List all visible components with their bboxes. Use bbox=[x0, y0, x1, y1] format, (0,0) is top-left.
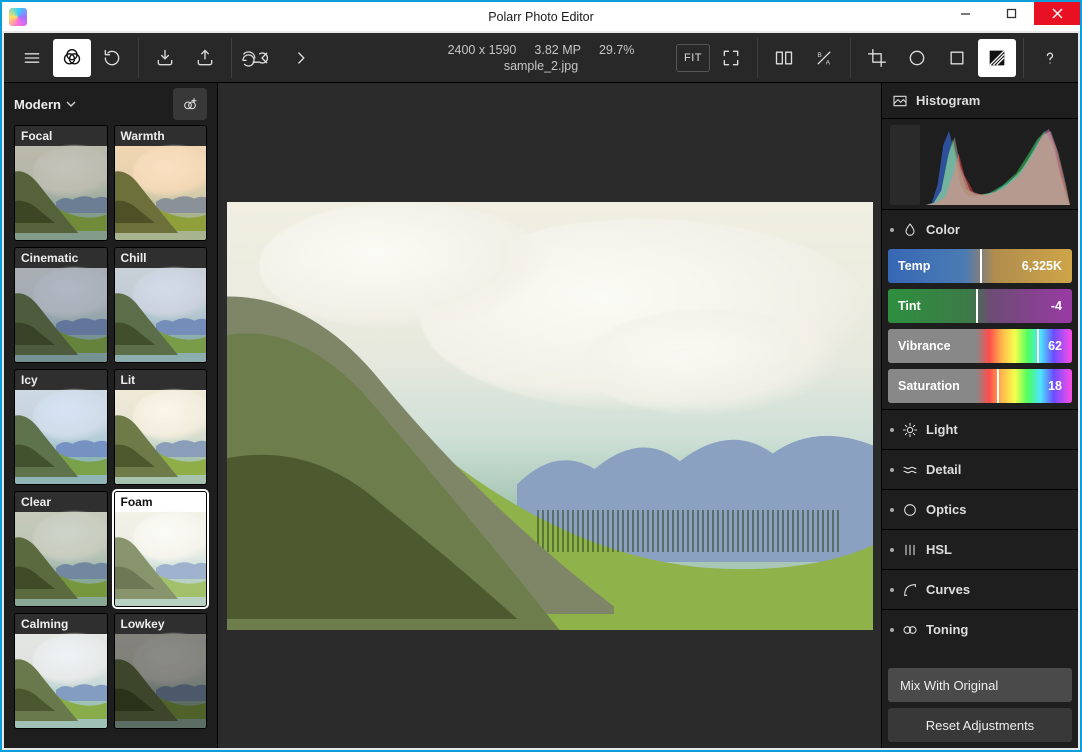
image-icon bbox=[892, 93, 908, 109]
filter-label: Foam bbox=[115, 492, 207, 512]
maximize-button[interactable] bbox=[988, 2, 1034, 25]
bars-icon bbox=[902, 542, 918, 558]
filter-warmth[interactable]: Warmth bbox=[114, 125, 208, 241]
waves-icon bbox=[902, 462, 918, 478]
filter-label: Focal bbox=[15, 126, 107, 146]
filter-label: Warmth bbox=[115, 126, 207, 146]
split-icon bbox=[902, 622, 918, 638]
filter-lowkey[interactable]: Lowkey bbox=[114, 613, 208, 729]
adjust-tab[interactable] bbox=[978, 39, 1016, 77]
close-button[interactable] bbox=[1034, 2, 1080, 25]
history-icon bbox=[102, 48, 122, 68]
help-button[interactable] bbox=[1031, 39, 1069, 77]
import-button[interactable] bbox=[146, 39, 184, 77]
add-filter-button[interactable] bbox=[173, 88, 207, 120]
fullscreen-button[interactable] bbox=[712, 39, 750, 77]
filter-lit[interactable]: Lit bbox=[114, 369, 208, 485]
megapixels-label: 3.82 MP bbox=[534, 43, 581, 57]
slider-temp[interactable]: Temp6,325K bbox=[888, 249, 1072, 283]
dimensions-label: 2400 x 1590 bbox=[448, 43, 517, 57]
filters-tab[interactable] bbox=[53, 39, 91, 77]
app-icon bbox=[9, 8, 27, 26]
svg-text:B: B bbox=[817, 52, 822, 59]
section-optics[interactable]: Optics bbox=[882, 489, 1078, 529]
zoom-label: 29.7% bbox=[599, 43, 634, 57]
undo-button[interactable] bbox=[239, 39, 277, 77]
section-toning[interactable]: Toning bbox=[882, 609, 1078, 649]
filter-label: Cinematic bbox=[15, 248, 107, 268]
filter-label: Chill bbox=[115, 248, 207, 268]
photo-preview bbox=[227, 202, 873, 630]
radial-button[interactable] bbox=[898, 39, 936, 77]
fullscreen-icon bbox=[721, 48, 741, 68]
export-icon bbox=[195, 48, 215, 68]
crop-icon bbox=[867, 48, 887, 68]
venn-icon bbox=[62, 48, 82, 68]
import-icon bbox=[155, 48, 175, 68]
filter-label: Lit bbox=[115, 370, 207, 390]
hamburger-icon bbox=[22, 48, 42, 68]
filter-label: Icy bbox=[15, 370, 107, 390]
filter-chill[interactable]: Chill bbox=[114, 247, 208, 363]
section-curves[interactable]: Curves bbox=[882, 569, 1078, 609]
app-window: Polarr Photo Editor 2400 x 159 bbox=[0, 0, 1082, 752]
before-after-button[interactable]: BA bbox=[805, 39, 843, 77]
filters-sidebar: Modern Focal Warmth Cinematic Chill Icy Lit Cl… bbox=[4, 83, 218, 748]
before-after-icon: BA bbox=[814, 48, 834, 68]
help-icon bbox=[1040, 48, 1060, 68]
add-filter-icon bbox=[182, 96, 198, 112]
filter-label: Calming bbox=[15, 614, 107, 634]
chevron-down-icon bbox=[66, 99, 76, 109]
mix-original-button[interactable]: Mix With Original bbox=[888, 668, 1072, 702]
filter-set-dropdown[interactable]: Modern bbox=[14, 97, 76, 112]
sun-icon bbox=[902, 422, 918, 438]
filter-label: Clear bbox=[15, 492, 107, 512]
minimize-button[interactable] bbox=[942, 2, 988, 25]
curve-icon bbox=[902, 582, 918, 598]
canvas[interactable] bbox=[218, 83, 881, 748]
redo-icon bbox=[288, 48, 308, 68]
redo-button[interactable] bbox=[279, 39, 317, 77]
histogram-header[interactable]: Histogram bbox=[882, 83, 1078, 119]
section-detail[interactable]: Detail bbox=[882, 449, 1078, 489]
slider-vibrance[interactable]: Vibrance62 bbox=[888, 329, 1072, 363]
window-buttons bbox=[942, 2, 1080, 25]
square-icon bbox=[947, 48, 967, 68]
section-light[interactable]: Light bbox=[882, 409, 1078, 449]
slider-saturation[interactable]: Saturation18 bbox=[888, 369, 1072, 403]
toolbar: 2400 x 1590 3.82 MP 29.7% sample_2.jpg F… bbox=[4, 33, 1078, 83]
crop-button[interactable] bbox=[858, 39, 896, 77]
compare-button[interactable] bbox=[765, 39, 803, 77]
filter-label: Lowkey bbox=[115, 614, 207, 634]
menu-button[interactable] bbox=[13, 39, 51, 77]
svg-text:A: A bbox=[826, 59, 831, 66]
filter-icy[interactable]: Icy bbox=[14, 369, 108, 485]
adjust-icon bbox=[987, 48, 1007, 68]
filename-label: sample_2.jpg bbox=[504, 59, 578, 73]
filter-calming[interactable]: Calming bbox=[14, 613, 108, 729]
window-title: Polarr Photo Editor bbox=[2, 10, 1080, 24]
section-hsl[interactable]: HSL bbox=[882, 529, 1078, 569]
export-button[interactable] bbox=[186, 39, 224, 77]
filter-cinematic[interactable]: Cinematic bbox=[14, 247, 108, 363]
adjust-sidebar: Histogram Co bbox=[881, 83, 1078, 748]
slider-tint[interactable]: Tint-4 bbox=[888, 289, 1072, 323]
fit-button[interactable]: FIT bbox=[676, 44, 710, 72]
histogram bbox=[882, 119, 1078, 209]
reset-adjustments-button[interactable]: Reset Adjustments bbox=[888, 708, 1072, 742]
circle-icon bbox=[907, 48, 927, 68]
filter-clear[interactable]: Clear bbox=[14, 491, 108, 607]
droplet-icon bbox=[902, 222, 918, 238]
titlebar[interactable]: Polarr Photo Editor bbox=[2, 2, 1080, 31]
filter-foam[interactable]: Foam bbox=[114, 491, 208, 607]
app-body: 2400 x 1590 3.82 MP 29.7% sample_2.jpg F… bbox=[4, 33, 1078, 748]
compare-icon bbox=[774, 48, 794, 68]
history-button[interactable] bbox=[93, 39, 131, 77]
section-color[interactable]: Color bbox=[882, 209, 1078, 249]
circle-icon bbox=[902, 502, 918, 518]
filter-focal[interactable]: Focal bbox=[14, 125, 108, 241]
gradient-button[interactable] bbox=[938, 39, 976, 77]
